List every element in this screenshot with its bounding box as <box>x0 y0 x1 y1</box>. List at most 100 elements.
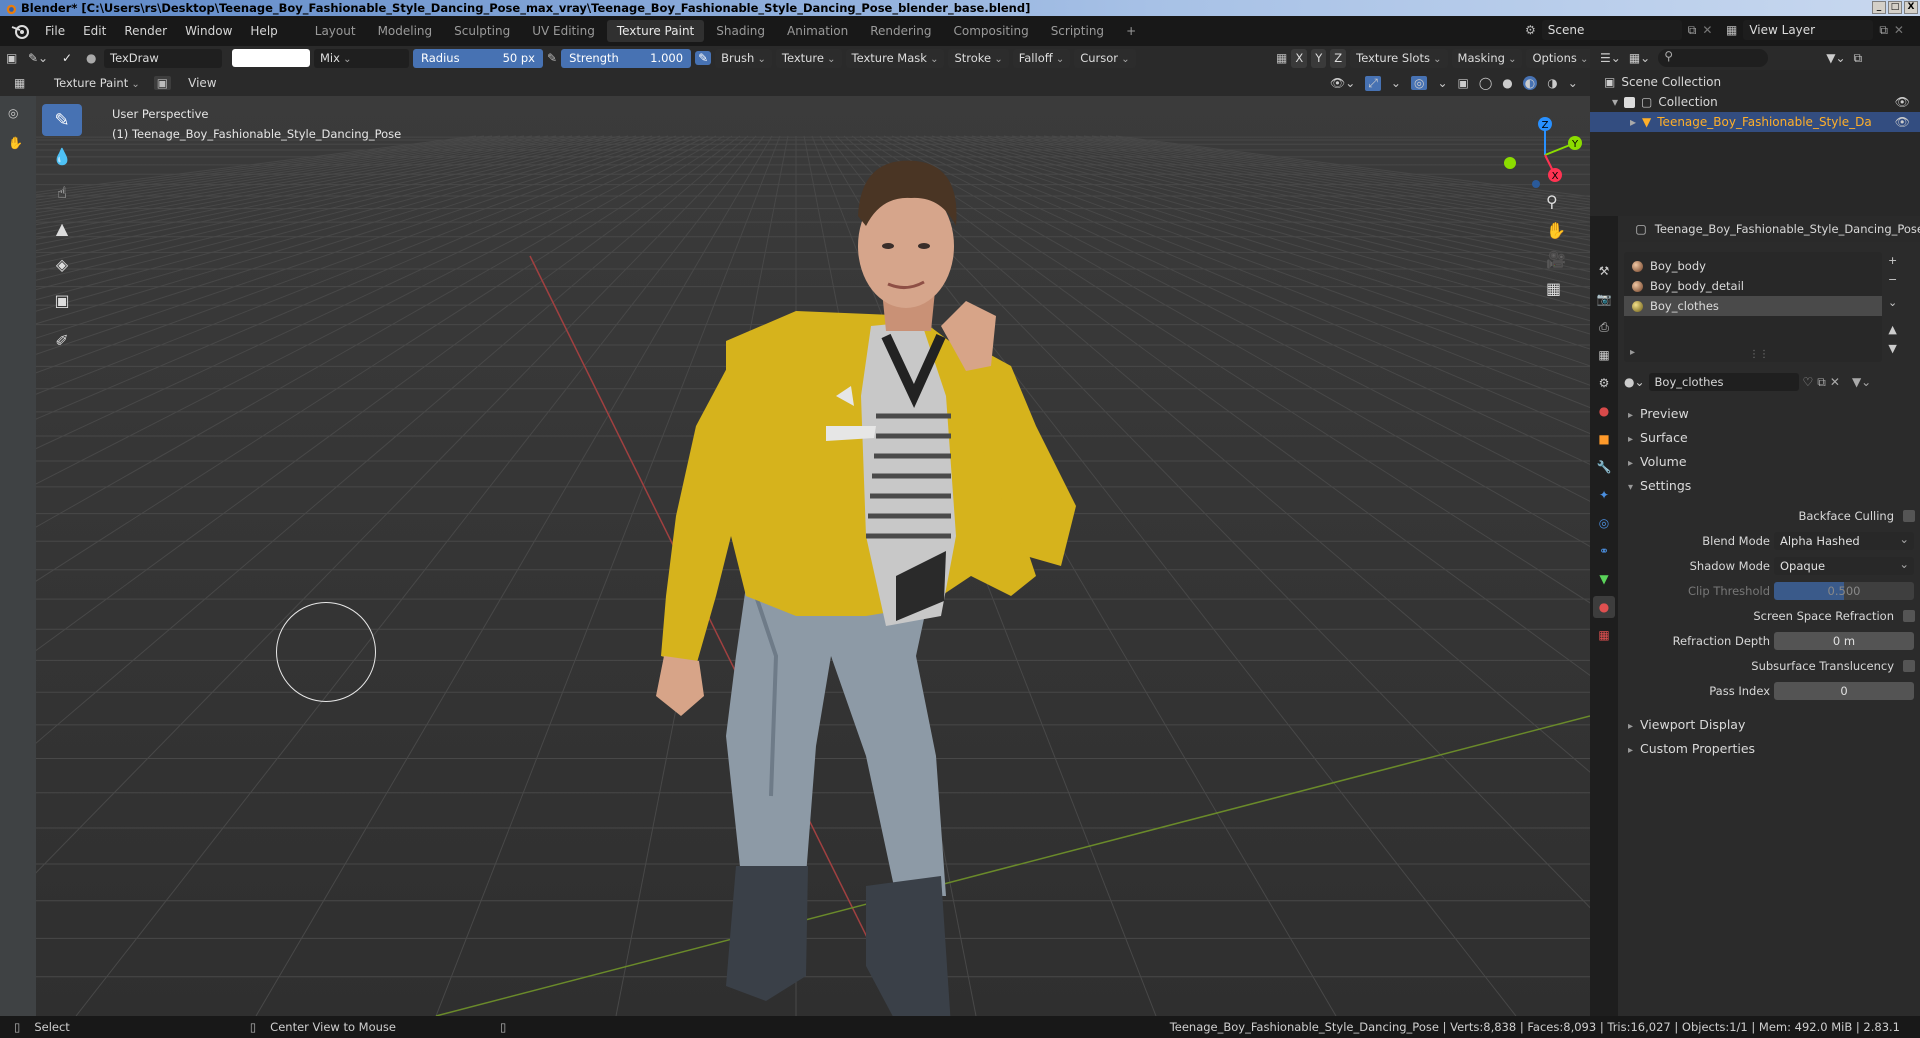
tab-world[interactable]: ● <box>1593 400 1615 422</box>
tab-layout[interactable]: Layout <box>305 20 366 42</box>
material-shading-icon[interactable]: ◐ <box>1522 76 1538 90</box>
menu-help[interactable]: Help <box>241 24 286 38</box>
link-type-icon[interactable]: ▼⌄ <box>1852 375 1871 389</box>
visibility-icon[interactable]: 👁⌄ <box>1330 76 1355 90</box>
duplicate-material-icon[interactable]: ⧉ <box>1817 375 1826 390</box>
add-slot-button[interactable]: + <box>1888 254 1897 267</box>
tab-particles[interactable]: ✦ <box>1593 484 1615 506</box>
filter-icon[interactable]: ▼⌄ <box>1826 51 1845 65</box>
remove-slot-button[interactable]: − <box>1888 273 1897 286</box>
maximize-button[interactable]: □ <box>1888 1 1902 14</box>
tab-compositing[interactable]: Compositing <box>943 20 1038 42</box>
hand-icon[interactable]: ✋ <box>8 136 23 150</box>
eye-icon[interactable]: 👁 <box>1895 92 1910 112</box>
soften-tool[interactable]: 💧 <box>42 140 82 172</box>
move-slot-down-button[interactable]: ▼ <box>1888 342 1896 355</box>
wireframe-shading-icon[interactable]: ◯ <box>1479 76 1492 90</box>
strength-slider[interactable]: Strength 1.000 <box>561 48 692 68</box>
menu-window[interactable]: Window <box>176 24 241 38</box>
volume-panel[interactable]: Volume <box>1618 450 1920 474</box>
tab-texture[interactable]: ▦ <box>1593 624 1615 646</box>
draw-tool[interactable]: ✎ <box>42 104 82 136</box>
new-collection-icon[interactable]: ⧉ <box>1854 51 1863 66</box>
texture-dropdown[interactable]: Texture <box>775 48 842 68</box>
shading-dropdown-icon[interactable]: ⌄ <box>1568 76 1578 90</box>
mirror-z-toggle[interactable]: Z <box>1330 48 1347 68</box>
overlays-dropdown-icon[interactable]: ⌄ <box>1437 76 1447 90</box>
view-layer-field[interactable]: View Layer <box>1743 20 1874 40</box>
mirror-y-toggle[interactable]: Y <box>1311 48 1327 68</box>
camera-view-icon[interactable]: 🎥 <box>1546 250 1566 269</box>
add-workspace-button[interactable]: + <box>1116 20 1146 42</box>
minimize-button[interactable]: _ <box>1872 1 1886 14</box>
blend-mode-dropdown[interactable]: Mix <box>314 48 409 68</box>
refraction-depth-field[interactable]: 0 m <box>1774 632 1914 650</box>
mirror-x-toggle[interactable]: X <box>1291 48 1308 68</box>
texture-mask-dropdown[interactable]: Texture Mask <box>845 48 945 68</box>
solid-shading-icon[interactable]: ● <box>1502 76 1512 90</box>
tab-sculpting[interactable]: Sculpting <box>444 20 520 42</box>
brush-name-field[interactable]: TexDraw <box>104 48 222 68</box>
brush-dropdown[interactable]: Brush <box>715 48 772 68</box>
pan-view-icon[interactable]: ✋ <box>1546 221 1566 240</box>
search-input[interactable]: ⚲ <box>1658 49 1769 67</box>
custom-properties-panel[interactable]: Custom Properties <box>1618 737 1920 761</box>
clip-threshold-slider[interactable]: 0.500 <box>1774 582 1914 600</box>
checkbox-icon[interactable] <box>1624 96 1636 108</box>
material-browse-icon[interactable]: ●⌄ <box>1624 375 1645 389</box>
blend-mode-select[interactable]: Alpha Hashed <box>1774 530 1914 550</box>
move-slot-up-button[interactable]: ▲ <box>1888 323 1896 336</box>
object-eye-icon[interactable]: 👁 <box>1895 112 1910 132</box>
fill-tool[interactable]: ◈ <box>42 248 82 280</box>
shadow-mode-select[interactable]: Opaque <box>1774 555 1914 575</box>
ortho-toggle-icon[interactable]: ▦ <box>1546 279 1566 298</box>
zoom-icon[interactable]: ◎ <box>8 106 18 120</box>
mask-tool[interactable]: ▣ <box>42 284 82 316</box>
tab-rendering[interactable]: Rendering <box>860 20 941 42</box>
tab-modeling[interactable]: Modeling <box>368 20 443 42</box>
editor-type-icon[interactable]: ▣ <box>6 51 24 65</box>
menu-render[interactable]: Render <box>115 24 176 38</box>
object-row[interactable]: ▸ ▼ Teenage_Boy_Fashionable_Style_Dancin… <box>1590 112 1920 132</box>
menu-file[interactable]: File <box>36 24 74 38</box>
material-slot-boy-body[interactable]: Boy_body <box>1624 256 1882 276</box>
viewport-display-panel[interactable]: Viewport Display <box>1618 713 1920 737</box>
tab-render[interactable]: 📷 <box>1593 288 1615 310</box>
options-dropdown[interactable]: Options <box>1526 48 1595 68</box>
brush-browse-icon[interactable]: ● <box>86 51 100 65</box>
strength-pressure-icon[interactable]: ✎ <box>695 51 712 65</box>
tab-constraints[interactable]: ⚭ <box>1593 540 1615 562</box>
masking-dropdown[interactable]: Masking <box>1451 48 1523 68</box>
tab-tool[interactable]: ⚒ <box>1593 260 1615 282</box>
texture-slots-dropdown[interactable]: Texture Slots <box>1350 48 1448 68</box>
tab-material[interactable]: ● <box>1593 596 1615 618</box>
smear-tool[interactable]: ☝ <box>42 176 82 208</box>
tab-texture-paint[interactable]: Texture Paint <box>606 20 705 42</box>
gizmo-toggle-icon[interactable]: ⤢ <box>1365 75 1381 91</box>
material-name-field[interactable]: Boy_clothes <box>1648 373 1799 391</box>
tab-physics[interactable]: ◎ <box>1593 512 1615 534</box>
radius-slider[interactable]: Radius 50 px <box>413 48 543 68</box>
tab-scripting[interactable]: Scripting <box>1041 20 1114 42</box>
gizmo-dropdown-icon[interactable]: ⌄ <box>1391 76 1401 90</box>
scene-collection-row[interactable]: ▣ Scene Collection <box>1604 72 1920 92</box>
pass-index-field[interactable]: 0 <box>1774 682 1914 700</box>
stroke-dropdown[interactable]: Stroke <box>948 48 1009 68</box>
remove-scene-icon[interactable]: ✕ <box>1702 23 1712 37</box>
remove-view-layer-icon[interactable]: ✕ <box>1894 23 1904 37</box>
material-slot-boy-clothes[interactable]: Boy_clothes <box>1624 296 1882 316</box>
tab-animation[interactable]: Animation <box>777 20 858 42</box>
expand-arrow-icon[interactable]: ▸ <box>1630 112 1636 132</box>
backface-culling-checkbox[interactable] <box>1903 510 1915 522</box>
tab-data[interactable]: ▼ <box>1593 568 1615 590</box>
overlays-toggle-icon[interactable]: ◎ <box>1410 76 1428 90</box>
fake-user-icon[interactable]: ♡ <box>1803 375 1814 389</box>
blender-menu-icon[interactable] <box>6 21 36 41</box>
collapse-arrow-icon[interactable]: ▾ <box>1612 92 1618 112</box>
zoom-view-icon[interactable]: ⚲ <box>1546 192 1566 211</box>
new-scene-icon[interactable]: ⧉ <box>1688 23 1697 38</box>
view-menu[interactable]: View <box>179 76 225 90</box>
tab-modifiers[interactable]: 🔧 <box>1593 456 1615 478</box>
tab-uv-editing[interactable]: UV Editing <box>522 20 605 42</box>
slot-specials-button[interactable]: ⌄ <box>1888 296 1897 309</box>
